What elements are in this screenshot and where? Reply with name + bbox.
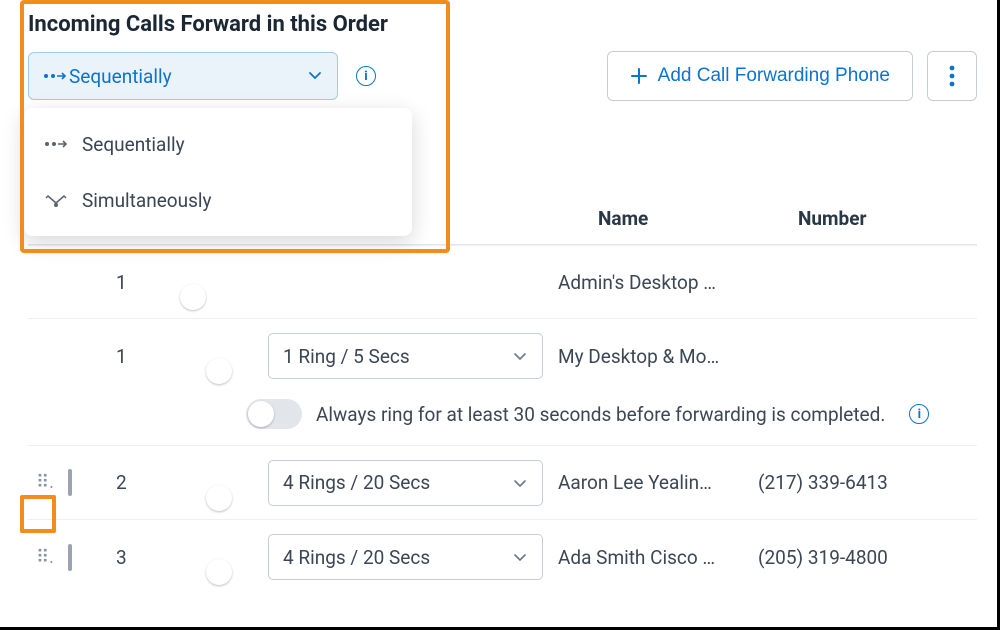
order-cell: 3 — [108, 546, 178, 569]
always-ring-label: Always ring for at least 30 seconds befo… — [316, 403, 885, 426]
add-button-label: Add Call Forwarding Phone — [658, 65, 890, 87]
row-checkbox[interactable] — [68, 469, 72, 496]
dropdown-option-label: Sequentially — [82, 133, 185, 156]
plus-icon — [630, 67, 648, 85]
name-cell: Admin's Desktop … — [558, 271, 758, 294]
kebab-icon — [949, 65, 955, 87]
drag-handle[interactable]: ⠿. — [28, 547, 68, 568]
chevron-down-icon — [307, 65, 323, 88]
sequential-icon — [44, 137, 68, 151]
sequential-icon — [43, 65, 69, 88]
rings-select[interactable]: 1 Ring / 5 Secs — [268, 333, 543, 379]
number-cell: (217) 339-6413 — [758, 471, 928, 494]
dropdown-option-simultaneously[interactable]: Simultaneously — [24, 172, 412, 228]
drag-handle[interactable]: ⠿. — [28, 472, 68, 493]
col-number: Number — [798, 207, 968, 230]
order-cell: 2 — [108, 471, 178, 494]
dropdown-option-sequentially[interactable]: Sequentially — [24, 116, 412, 172]
number-cell: (205) 319-4800 — [758, 546, 928, 569]
col-name: Name — [598, 207, 798, 230]
select-value: Sequentially — [69, 65, 307, 88]
table-row: 1 1 Ring / 5 Secs My Desktop & Mo… — [28, 319, 977, 393]
table-row: ⠿. 3 4 Rings / 20 Secs Ada Smith Cisco …… — [28, 520, 977, 594]
dropdown-option-label: Simultaneously — [82, 189, 212, 212]
rings-select[interactable]: 4 Rings / 20 Secs — [268, 534, 543, 580]
row-checkbox[interactable] — [68, 544, 72, 571]
table-row: 1 Admin's Desktop … — [28, 245, 977, 319]
name-cell: Ada Smith Cisco … — [558, 546, 758, 569]
rings-select[interactable]: 4 Rings / 20 Secs — [268, 460, 543, 506]
table-row: ⠿. 2 4 Rings / 20 Secs Aaron Lee Yealin…… — [28, 446, 977, 520]
forward-order-dropdown[interactable]: Sequentially Simultaneously — [24, 108, 412, 236]
simultaneous-icon — [44, 192, 68, 208]
order-cell: 1 — [108, 345, 178, 368]
order-cell: 1 — [108, 271, 178, 294]
section-heading: Incoming Calls Forward in this Order — [28, 12, 977, 37]
chevron-down-icon — [512, 475, 528, 491]
chevron-down-icon — [512, 549, 528, 565]
always-ring-toggle[interactable] — [246, 399, 302, 429]
chevron-down-icon — [512, 348, 528, 364]
always-info-icon[interactable]: i — [909, 404, 929, 424]
info-icon[interactable]: i — [356, 66, 376, 86]
name-cell: My Desktop & Mo… — [558, 345, 758, 368]
always-ring-row: Always ring for at least 30 seconds befo… — [28, 393, 977, 446]
name-cell: Aaron Lee Yealin… — [558, 471, 758, 494]
forward-order-select[interactable]: Sequentially — [28, 52, 338, 100]
more-actions-button[interactable] — [927, 51, 977, 101]
add-call-forwarding-button[interactable]: Add Call Forwarding Phone — [607, 51, 913, 101]
